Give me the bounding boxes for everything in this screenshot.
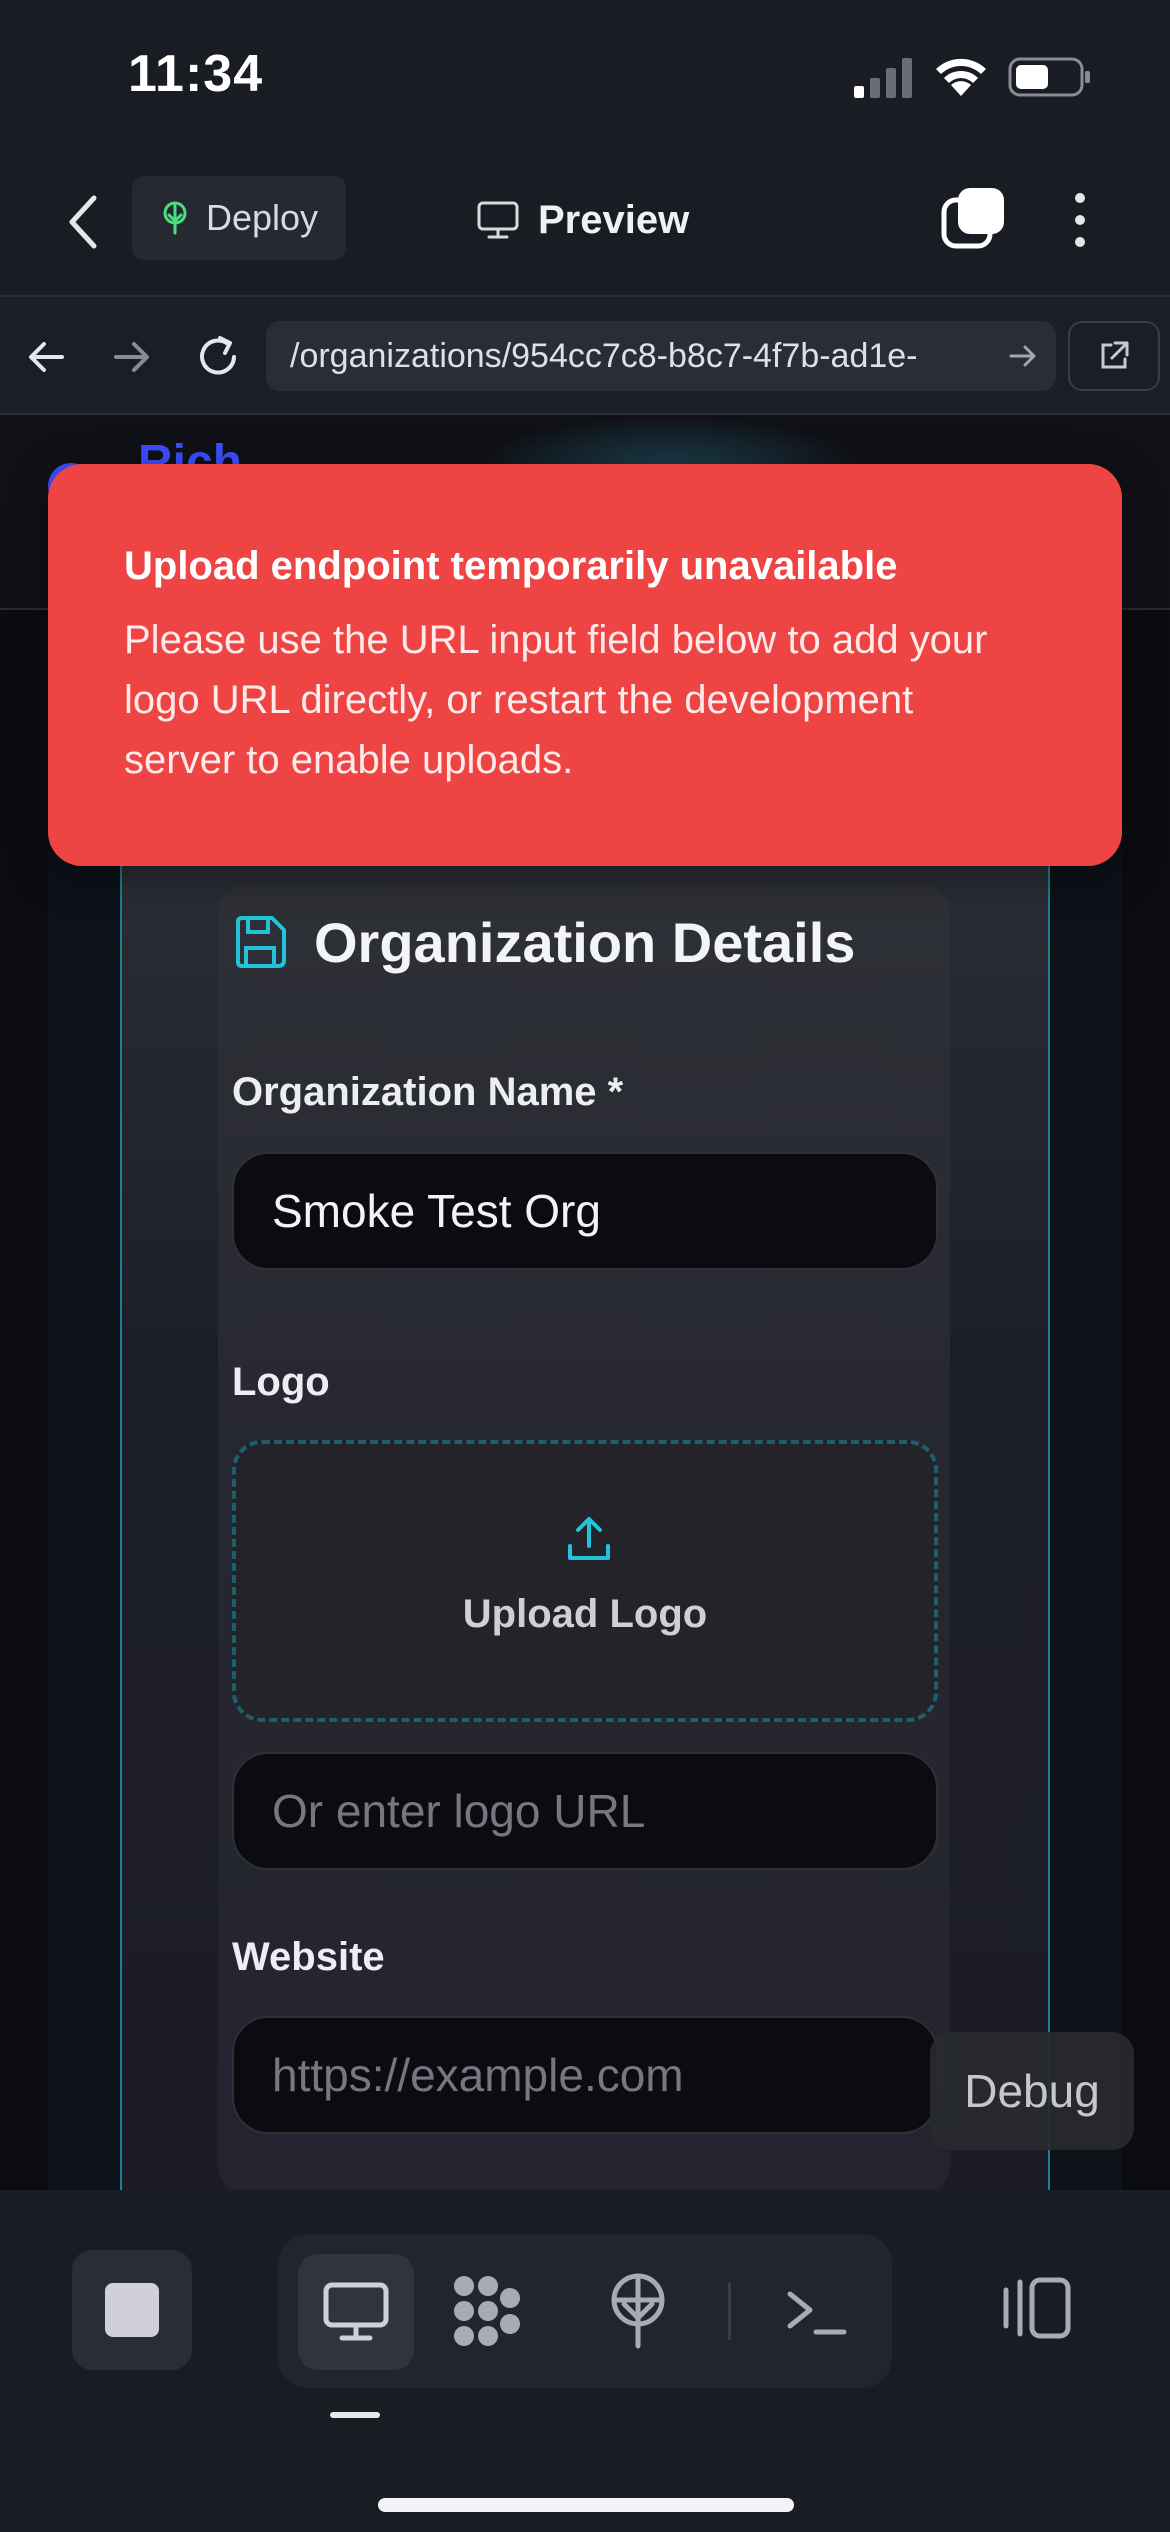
- bottom-toolbar: [0, 2190, 1170, 2532]
- organization-name-input[interactable]: Smoke Test Org: [232, 1152, 938, 1270]
- wifi-icon: [936, 58, 986, 96]
- toast-title: Upload endpoint temporarily unavailable: [124, 544, 898, 588]
- deploy-tree-icon: [163, 201, 187, 235]
- organization-name-label: Organization Name *: [232, 1070, 624, 1114]
- panel-toggle-icon[interactable]: [1000, 2276, 1072, 2340]
- upload-logo-label: Upload Logo: [462, 1592, 708, 1636]
- battery-icon: [1008, 57, 1090, 97]
- section-title-text: Organization Details: [314, 910, 856, 974]
- deploy-tree-icon[interactable]: [606, 2270, 670, 2350]
- stop-icon: [105, 2283, 159, 2337]
- app-header: Deploy Preview: [0, 150, 1170, 295]
- terminal-icon[interactable]: [784, 2282, 848, 2340]
- section-title: Organization Details: [232, 902, 855, 982]
- arrow-left-icon[interactable]: [26, 337, 66, 377]
- deploy-button[interactable]: Deploy: [132, 176, 346, 260]
- preview-title: Preview: [476, 190, 689, 250]
- nodes-icon[interactable]: [448, 2272, 526, 2350]
- monitor-icon: [477, 201, 519, 239]
- reload-icon[interactable]: [194, 333, 242, 381]
- website-input[interactable]: https://example.com: [232, 2016, 938, 2134]
- stop-button[interactable]: [72, 2250, 192, 2370]
- status-bar: 11:34: [0, 0, 1170, 150]
- external-link-icon: [1101, 341, 1129, 369]
- monitor-icon: [323, 2282, 389, 2341]
- open-external-button[interactable]: [1068, 321, 1160, 391]
- debug-button[interactable]: Debug: [930, 2032, 1134, 2150]
- browser-bar: /organizations/954cc7c8-b8c7-4f7b-ad1e-: [0, 295, 1170, 415]
- url-text: /organizations/954cc7c8-b8c7-4f7b-ad1e-: [290, 336, 918, 375]
- page-title: Preview: [538, 197, 690, 242]
- organization-name-value: Smoke Test Org: [272, 1185, 601, 1237]
- home-indicator: [378, 2498, 794, 2512]
- go-arrow-icon[interactable]: [1008, 341, 1038, 371]
- tabs-icon[interactable]: [940, 186, 1006, 250]
- website-placeholder: https://example.com: [272, 2049, 684, 2101]
- url-field[interactable]: /organizations/954cc7c8-b8c7-4f7b-ad1e-: [266, 321, 1056, 391]
- save-icon: [236, 916, 286, 968]
- upload-logo-dropzone[interactable]: Upload Logo: [232, 1440, 938, 1722]
- arrow-right-icon[interactable]: [112, 337, 152, 377]
- status-time: 11:34: [128, 45, 264, 103]
- toolbar-divider: [728, 2282, 731, 2340]
- toast-message: Please use the URL input field below to …: [124, 618, 988, 782]
- chevron-left-icon[interactable]: [62, 192, 106, 252]
- website-label: Website: [232, 1935, 385, 1979]
- preview-view-button[interactable]: [298, 2254, 414, 2370]
- active-view-indicator: [330, 2412, 380, 2418]
- logo-label: Logo: [232, 1360, 330, 1404]
- more-vertical-icon[interactable]: [1066, 190, 1094, 250]
- cellular-signal-icon: [854, 58, 912, 98]
- upload-icon: [568, 1517, 610, 1560]
- error-toast[interactable]: Upload endpoint temporarily unavailable …: [48, 464, 1122, 866]
- deploy-label: Deploy: [206, 197, 319, 238]
- view-switcher: [278, 2234, 892, 2388]
- logo-url-input[interactable]: Or enter logo URL: [232, 1752, 938, 1870]
- logo-url-placeholder: Or enter logo URL: [272, 1785, 646, 1837]
